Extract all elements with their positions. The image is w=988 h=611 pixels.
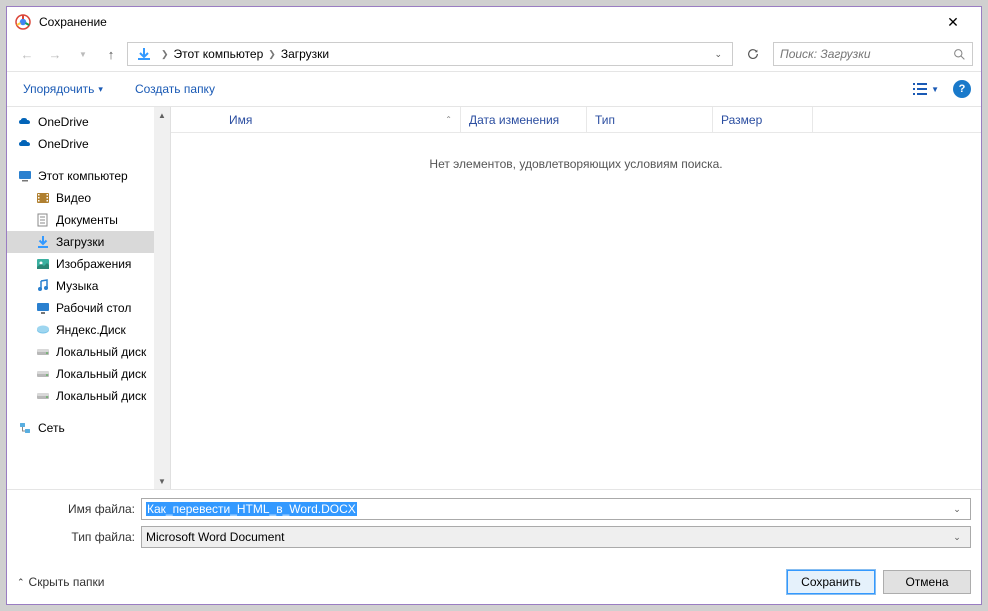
toolbar: Упорядочить Создать папку ▼ ? <box>7 72 981 106</box>
body: OneDrive OneDrive Этот компьютер Видео <box>7 107 981 489</box>
pictures-icon <box>35 256 51 272</box>
refresh-button[interactable] <box>741 42 765 66</box>
sidebar-onedrive[interactable]: OneDrive <box>7 133 155 155</box>
documents-icon <box>35 212 51 228</box>
navigation-bar: ← → ▼ ↑ ❯ Этот компьютер ❯ Загрузки ⌄ <box>7 37 981 71</box>
onedrive-icon <box>17 114 33 130</box>
breadcrumb-folder[interactable]: Загрузки <box>281 47 329 61</box>
column-name[interactable]: Имя⌃ <box>221 107 461 132</box>
video-icon <box>35 190 51 206</box>
disk-icon <box>35 344 51 360</box>
chrome-icon <box>15 14 31 30</box>
organize-menu[interactable]: Упорядочить <box>17 78 109 100</box>
close-icon: ✕ <box>947 14 959 31</box>
sidebar-scrollbar[interactable]: ▲ ▼ <box>154 107 170 489</box>
up-button[interactable]: ↑ <box>99 42 123 66</box>
search-box[interactable] <box>773 42 973 66</box>
downloads-icon <box>35 234 51 250</box>
breadcrumb-root[interactable]: Этот компьютер <box>174 47 264 61</box>
disk-icon <box>35 366 51 382</box>
file-list-area: Имя⌃ Дата изменения Тип Размер Нет элеме… <box>171 107 981 489</box>
column-headers: Имя⌃ Дата изменения Тип Размер <box>171 107 981 133</box>
address-dropdown[interactable]: ⌄ <box>708 49 728 60</box>
sidebar-this-pc[interactable]: Этот компьютер <box>7 165 155 187</box>
hide-folders-link[interactable]: ⌃ Скрыть папки <box>17 575 104 589</box>
sidebar-network[interactable]: Сеть <box>7 417 155 439</box>
sidebar-documents[interactable]: Документы <box>7 209 155 231</box>
filetype-dropdown[interactable]: ⌄ <box>948 532 966 543</box>
window-title: Сохранение <box>39 15 933 29</box>
forward-button[interactable]: → <box>43 42 67 66</box>
filetype-value: Microsoft Word Document <box>146 530 285 544</box>
bottom-panel: Имя файла: Как_перевести_HTML_в_Word.DOC… <box>7 489 981 552</box>
filename-row: Имя файла: Как_перевести_HTML_в_Word.DOC… <box>17 498 971 520</box>
sidebar-onedrive[interactable]: OneDrive <box>7 111 155 133</box>
titlebar: Сохранение ✕ <box>7 7 981 37</box>
filename-input[interactable]: Как_перевести_HTML_в_Word.DOCX ⌄ <box>141 498 971 520</box>
desktop-icon <box>35 300 51 316</box>
chevron-right-icon: ❯ <box>156 49 174 60</box>
scroll-up-button[interactable]: ▲ <box>155 107 170 123</box>
search-input[interactable] <box>780 47 953 61</box>
help-button[interactable]: ? <box>953 80 971 98</box>
scroll-down-button[interactable]: ▼ <box>155 473 170 489</box>
column-size[interactable]: Размер <box>713 107 813 132</box>
sidebar-local-disk[interactable]: Локальный диск <box>7 363 155 385</box>
filename-value: Как_перевести_HTML_в_Word.DOCX <box>146 502 357 516</box>
save-button[interactable]: Сохранить <box>787 570 875 594</box>
sidebar-local-disk[interactable]: Локальный диск <box>7 385 155 407</box>
sidebar-music[interactable]: Музыка <box>7 275 155 297</box>
save-dialog: Сохранение ✕ ← → ▼ ↑ ❯ Этот компьютер ❯ … <box>6 6 982 605</box>
sidebar-pictures[interactable]: Изображения <box>7 253 155 275</box>
music-icon <box>35 278 51 294</box>
sidebar-desktop[interactable]: Рабочий стол <box>7 297 155 319</box>
back-button[interactable]: ← <box>15 42 39 66</box>
filename-dropdown[interactable]: ⌄ <box>948 504 966 515</box>
sidebar-local-disk[interactable]: Локальный диск <box>7 341 155 363</box>
sidebar-videos[interactable]: Видео <box>7 187 155 209</box>
empty-message: Нет элементов, удовлетворяющих условиям … <box>171 133 981 195</box>
chevron-up-icon: ⌃ <box>17 577 25 588</box>
filetype-label: Тип файла: <box>17 530 135 544</box>
sidebar-downloads[interactable]: Загрузки <box>7 231 155 253</box>
onedrive-icon <box>17 136 33 152</box>
close-button[interactable]: ✕ <box>933 8 973 36</box>
downloads-folder-icon <box>136 46 152 62</box>
sidebar: OneDrive OneDrive Этот компьютер Видео <box>7 107 171 489</box>
view-mode-button[interactable]: ▼ <box>906 80 945 98</box>
network-icon <box>17 420 33 436</box>
filetype-select[interactable]: Microsoft Word Document ⌄ <box>141 526 971 548</box>
disk-icon <box>35 388 51 404</box>
column-date[interactable]: Дата изменения <box>461 107 587 132</box>
recent-dropdown[interactable]: ▼ <box>71 42 95 66</box>
address-bar[interactable]: ❯ Этот компьютер ❯ Загрузки ⌄ <box>127 42 733 66</box>
sidebar-yandex-disk[interactable]: Яндекс.Диск <box>7 319 155 341</box>
filename-label: Имя файла: <box>17 502 135 516</box>
cancel-button[interactable]: Отмена <box>883 570 971 594</box>
chevron-right-icon: ❯ <box>263 49 281 60</box>
new-folder-button[interactable]: Создать папку <box>129 78 221 100</box>
search-icon <box>953 48 966 61</box>
footer: ⌃ Скрыть папки Сохранить Отмена <box>7 552 981 604</box>
filetype-row: Тип файла: Microsoft Word Document ⌄ <box>17 526 971 548</box>
yandex-disk-icon <box>35 322 51 338</box>
folder-tree: OneDrive OneDrive Этот компьютер Видео <box>7 107 155 443</box>
pc-icon <box>17 168 33 184</box>
column-type[interactable]: Тип <box>587 107 713 132</box>
